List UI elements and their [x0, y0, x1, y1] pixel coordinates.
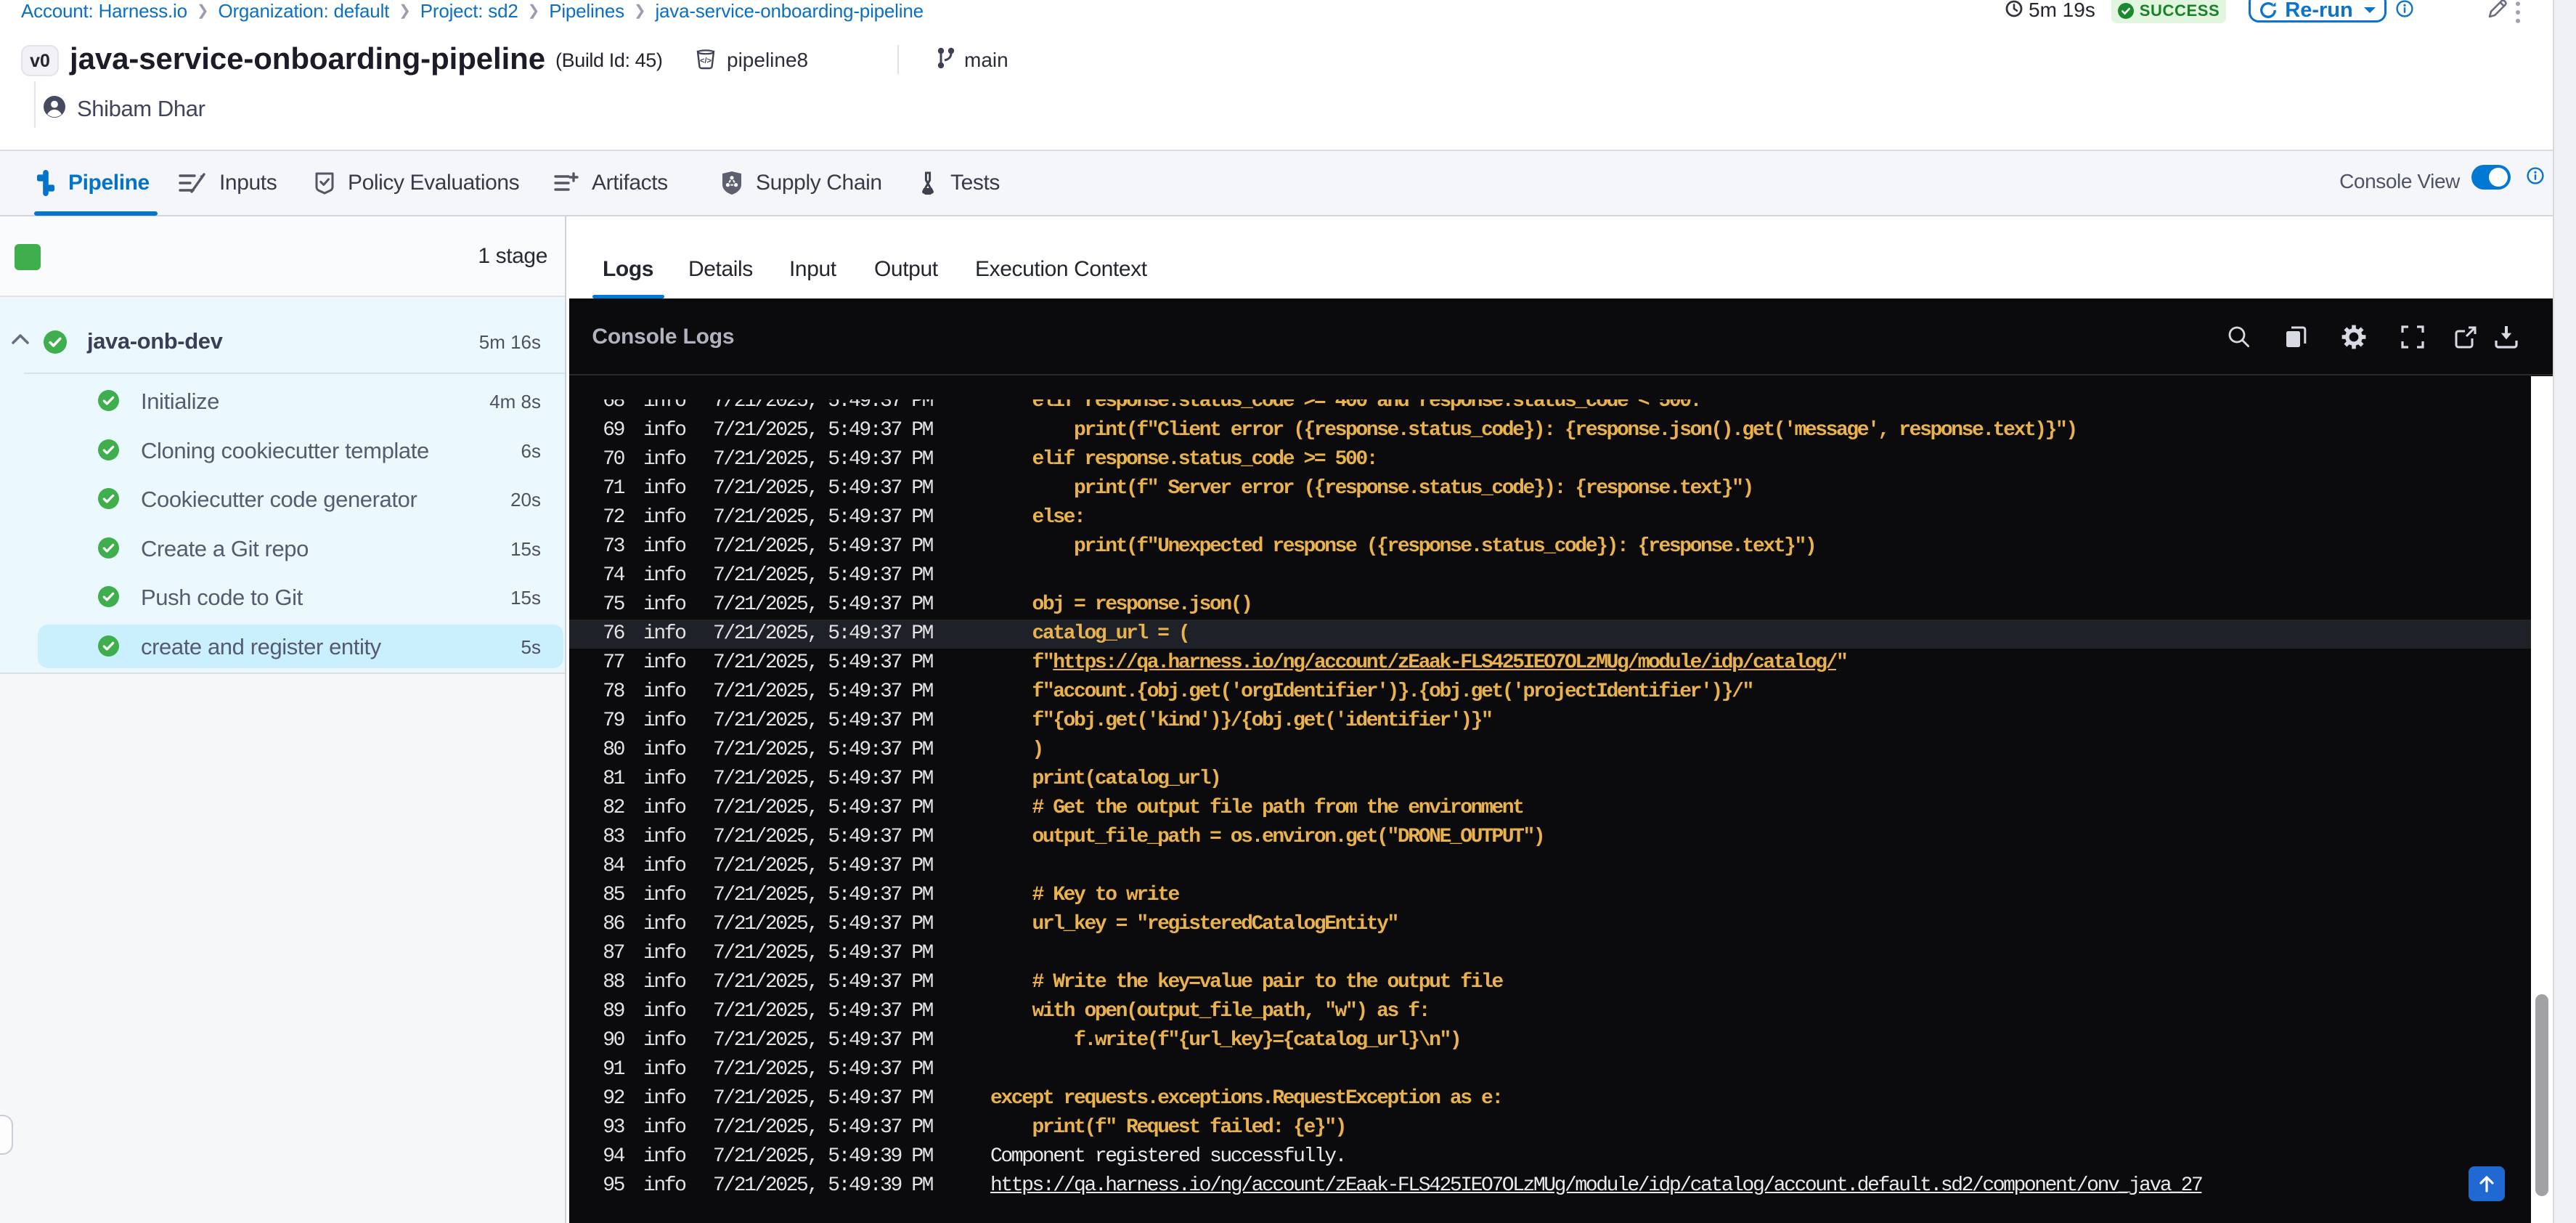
- svg-text:</>: </>: [700, 57, 712, 65]
